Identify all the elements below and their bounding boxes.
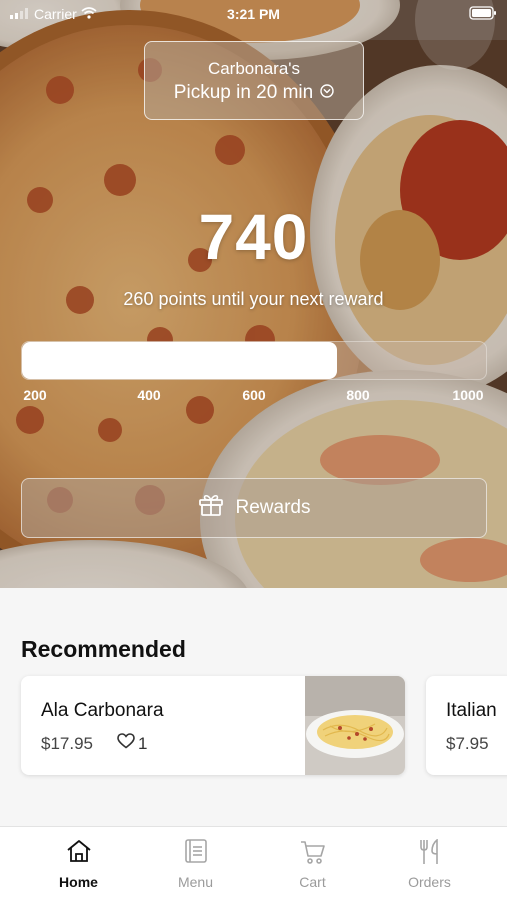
home-icon xyxy=(66,839,92,868)
recommended-card[interactable]: Ala Carbonara $17.95 1 xyxy=(21,676,405,775)
tab-label: Orders xyxy=(408,874,451,890)
rewards-button[interactable]: Rewards xyxy=(21,478,487,538)
item-price: $7.95 xyxy=(446,734,489,753)
progress-tick-label: 200 xyxy=(23,387,47,403)
hero-banner: Carrier 3:21 PM Carbonara's Pickup in 20… xyxy=(0,0,507,588)
tab-cart[interactable]: Cart xyxy=(254,827,371,900)
tab-label: Cart xyxy=(299,874,326,890)
recommended-heading: Recommended xyxy=(21,636,186,662)
store-selector[interactable]: Carbonara's Pickup in 20 min xyxy=(144,41,364,120)
battery-icon xyxy=(469,6,497,23)
tab-orders[interactable]: Orders xyxy=(371,827,488,900)
progress-tick-label: 1000 xyxy=(452,387,484,403)
orders-icon xyxy=(418,838,442,870)
progress-tick-label: 400 xyxy=(137,387,161,403)
tab-bar: Home Menu Cart Orders xyxy=(0,826,507,900)
pickup-time: Pickup in 20 min xyxy=(173,82,314,103)
gift-icon xyxy=(198,493,224,523)
rewards-button-label: Rewards xyxy=(235,497,311,518)
menu-icon xyxy=(184,839,207,868)
tab-menu[interactable]: Menu xyxy=(137,827,254,900)
progress-tick-label: 800 xyxy=(346,387,370,403)
progress-tick-label: 600 xyxy=(242,387,266,403)
like-button[interactable]: 1 xyxy=(117,733,147,754)
points-remaining: 260 points until your next reward xyxy=(123,289,384,309)
pickup-time-row: Pickup in 20 min xyxy=(145,82,363,104)
rewards-progress-bar xyxy=(21,341,487,380)
rewards-progress-fill xyxy=(22,342,337,379)
recommended-card[interactable]: Italian $7.95 xyxy=(426,676,507,775)
cart-icon xyxy=(300,839,326,870)
tab-label: Menu xyxy=(177,874,214,890)
chevron-down-icon xyxy=(320,82,334,104)
clock: 3:21 PM xyxy=(227,6,280,22)
tab-home[interactable]: Home xyxy=(20,827,137,900)
heart-icon xyxy=(117,733,135,754)
store-name: Carbonara's xyxy=(207,59,301,78)
pasta-dish-image xyxy=(305,676,405,775)
item-name: Ala Carbonara xyxy=(41,700,164,721)
tab-label: Home xyxy=(59,874,98,890)
item-name: Italian xyxy=(446,700,497,721)
points-total: 740 xyxy=(198,201,309,273)
item-price: $17.95 xyxy=(41,734,93,753)
status-bar: Carrier 3:21 PM xyxy=(0,0,507,28)
like-count: 1 xyxy=(138,733,148,753)
